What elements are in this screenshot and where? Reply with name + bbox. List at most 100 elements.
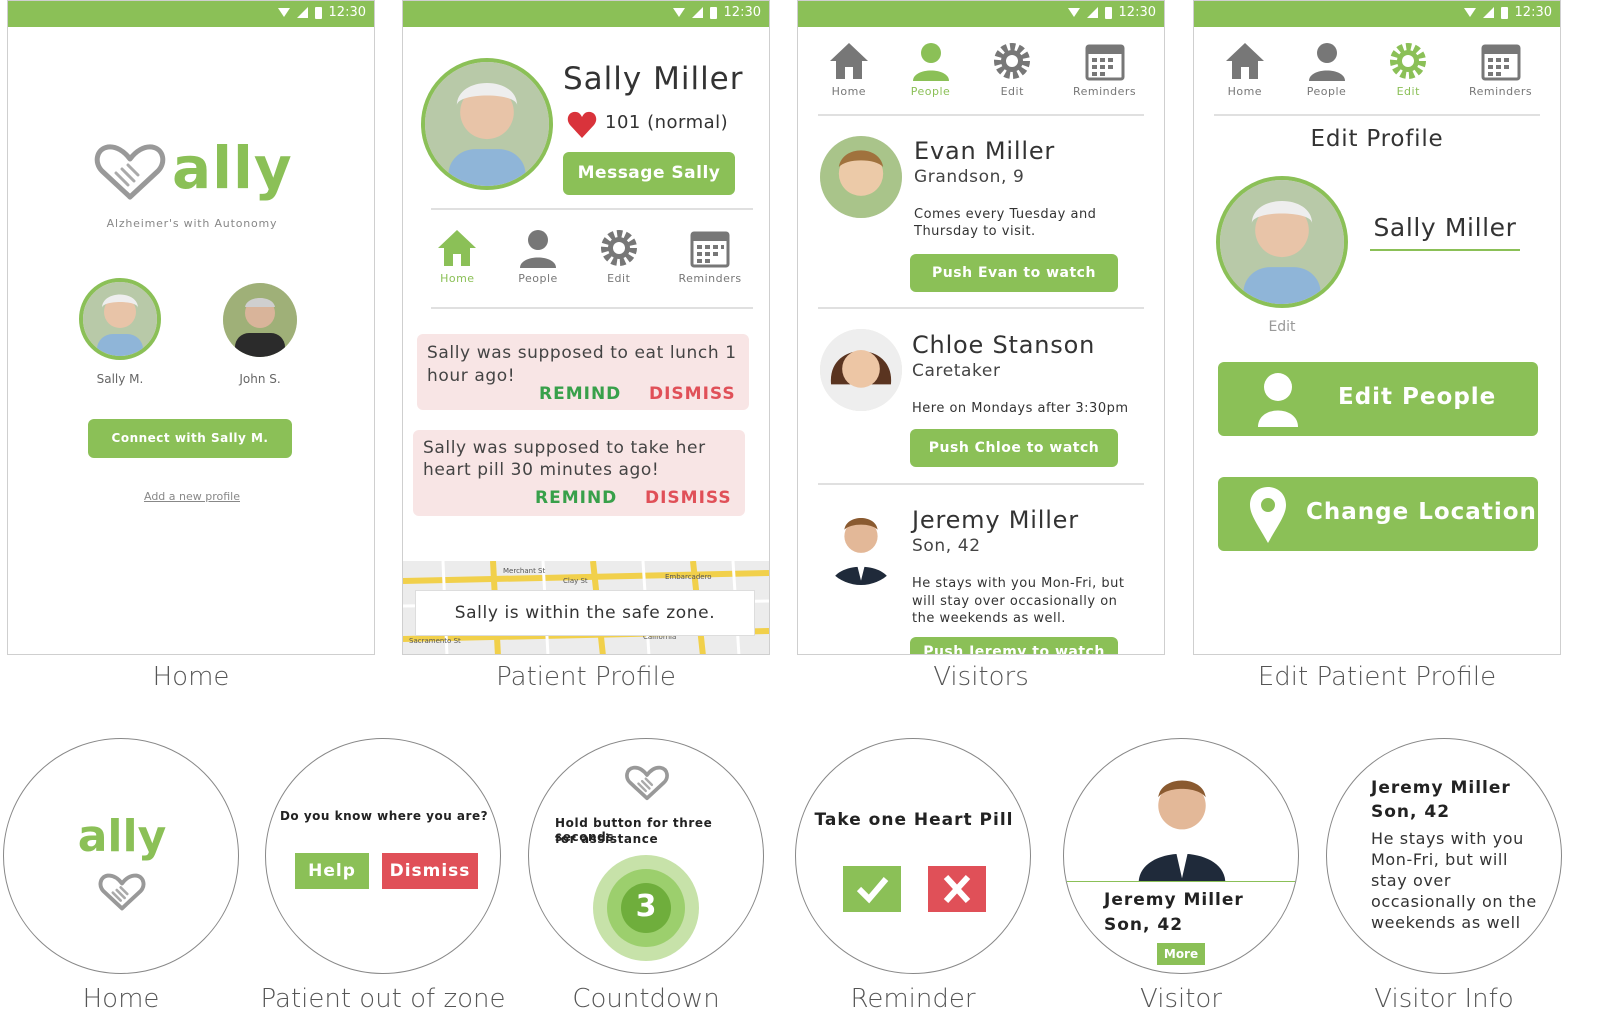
nav-reminders[interactable]: Reminders	[678, 228, 741, 285]
nav-home[interactable]: Home	[828, 41, 870, 98]
close-icon	[943, 874, 971, 904]
divider	[1214, 114, 1540, 116]
dismiss-button[interactable]: DISMISS	[649, 384, 736, 404]
nav-reminders[interactable]: Reminders	[1073, 41, 1136, 98]
nav-home[interactable]: Home	[436, 228, 478, 285]
wifi-icon	[277, 8, 290, 17]
john-photo-icon	[223, 283, 297, 357]
divider	[1064, 881, 1298, 882]
confirm-button[interactable]	[843, 866, 901, 912]
more-button[interactable]: More	[1157, 943, 1205, 965]
wifi-icon	[1463, 8, 1476, 17]
nav-edit[interactable]: Edit	[991, 41, 1033, 98]
push-jeremy-button[interactable]: Push Jeremy to watch	[910, 637, 1118, 654]
alert-card-pill: Sally was supposed to take her heart pil…	[413, 430, 745, 516]
push-chloe-button[interactable]: Push Chloe to watch	[910, 429, 1118, 467]
page-title: Edit Profile	[1310, 126, 1444, 152]
battery-icon	[314, 6, 322, 19]
dismiss-button[interactable]: Dismiss	[382, 853, 478, 889]
caption-home: Home	[152, 662, 230, 692]
nav-label: Home	[831, 85, 867, 98]
profile-avatar-sally[interactable]	[79, 278, 161, 360]
caption-patient-profile: Patient Profile	[496, 662, 676, 692]
caption-watch-reminder: Reminder	[850, 984, 976, 1014]
visitor-info-line: weekends as well	[1371, 913, 1521, 932]
nav-people[interactable]: People	[517, 228, 559, 285]
push-evan-button[interactable]: Push Evan to watch	[910, 254, 1118, 292]
status-bar: 12:30	[798, 1, 1164, 27]
visitor-name: Jeremy Miller	[1371, 778, 1511, 798]
visitor-avatar-jeremy	[820, 503, 902, 585]
map-street-label: Merchant St	[503, 567, 546, 575]
phone-edit-profile: 12:30 Home People Edit Reminders Edit Pr…	[1193, 0, 1561, 655]
message-button[interactable]: Message Sally	[563, 152, 735, 195]
ally-hands-heart-logo-icon	[625, 765, 669, 801]
visitor-relation: Caretaker	[912, 361, 1001, 381]
sally-photo-icon	[83, 282, 157, 356]
help-button[interactable]: Help	[295, 853, 369, 889]
signal-icon	[1086, 7, 1098, 18]
visitor-note: Thursday to visit.	[914, 224, 1036, 239]
remind-button[interactable]: REMIND	[535, 488, 617, 508]
bottom-nav: Home People Edit Reminders	[417, 228, 761, 285]
visitor-info-line: Mon-Fri, but will	[1371, 850, 1509, 869]
caption-edit-profile: Edit Patient Profile	[1257, 662, 1497, 692]
nav-label: People	[518, 272, 558, 285]
caption-visitors: Visitors	[933, 662, 1029, 692]
nav-label: Home	[1227, 85, 1263, 98]
nav-people[interactable]: People	[910, 41, 952, 98]
assistance-button[interactable]: 3	[593, 855, 699, 961]
status-time: 12:30	[1514, 5, 1552, 20]
nav-label: Reminders	[678, 272, 742, 285]
home-icon	[438, 230, 477, 266]
name-field[interactable]: Sally Miller	[1370, 213, 1520, 251]
visitor-relation: Grandson, 9	[914, 167, 1025, 187]
map-street-label: Sacramento St	[409, 637, 461, 645]
checkmark-icon	[856, 877, 889, 904]
nav-label: People	[1306, 85, 1347, 98]
photo-edit-label[interactable]: Edit	[1216, 319, 1348, 335]
watch-home: ally	[3, 738, 239, 974]
profile-avatar-john[interactable]	[223, 283, 297, 357]
ally-logo-text: ally	[77, 811, 167, 862]
visitor-info-line: occasionally on the	[1371, 892, 1537, 911]
alert-text-line2: hour ago!	[427, 366, 516, 386]
calendar-icon	[690, 231, 730, 268]
gear-icon	[600, 230, 637, 266]
connect-button[interactable]: Connect with Sally M.	[88, 419, 292, 458]
visitor-relation: Son, 42	[1104, 915, 1184, 935]
edit-people-button[interactable]: Edit People	[1218, 362, 1538, 436]
jeremy-photo-icon	[820, 503, 902, 585]
map-street-label: Clay St	[563, 577, 588, 585]
edit-photo-avatar[interactable]	[1216, 176, 1348, 308]
gear-icon	[1390, 43, 1427, 79]
alert-text-line1: Sally was supposed to take her	[423, 438, 706, 458]
change-location-button[interactable]: Change Location	[1218, 477, 1538, 551]
decline-button[interactable]	[928, 866, 986, 912]
signal-icon	[1482, 7, 1494, 18]
calendar-icon	[1085, 44, 1125, 81]
nav-reminders[interactable]: Reminders	[1469, 41, 1532, 98]
dismiss-button[interactable]: DISMISS	[645, 488, 732, 508]
top-nav: Home People Edit Reminders	[808, 41, 1156, 98]
phone-home-screen: 12:30 ally Alzheimer's with Autonomy Sal…	[7, 0, 375, 655]
countdown-instruction-line2: for assistance	[555, 832, 659, 846]
caption-watch-home: Home	[82, 984, 160, 1014]
nav-edit[interactable]: Edit	[1387, 41, 1429, 98]
divider	[431, 307, 753, 309]
watch-visitor: Jeremy Miller Son, 42 More	[1063, 738, 1299, 974]
patient-avatar	[421, 58, 553, 190]
alert-card-lunch: Sally was supposed to eat lunch 1 hour a…	[417, 334, 749, 410]
watch-out-of-zone: Do you know where you are? Help Dismiss	[265, 738, 501, 974]
phone-visitors: 12:30 Home People Edit Reminders Evan Mi…	[797, 0, 1165, 655]
nav-label: Edit	[607, 272, 631, 285]
add-profile-link[interactable]: Add a new profile	[8, 490, 374, 503]
nav-edit[interactable]: Edit	[598, 228, 640, 285]
wifi-icon	[1067, 8, 1080, 17]
remind-button[interactable]: REMIND	[539, 384, 621, 404]
nav-label: Reminders	[1468, 85, 1533, 98]
nav-people[interactable]: People	[1306, 41, 1348, 98]
heart-rate: 101 (normal)	[605, 112, 729, 133]
battery-icon	[1104, 6, 1112, 19]
nav-home[interactable]: Home	[1224, 41, 1266, 98]
